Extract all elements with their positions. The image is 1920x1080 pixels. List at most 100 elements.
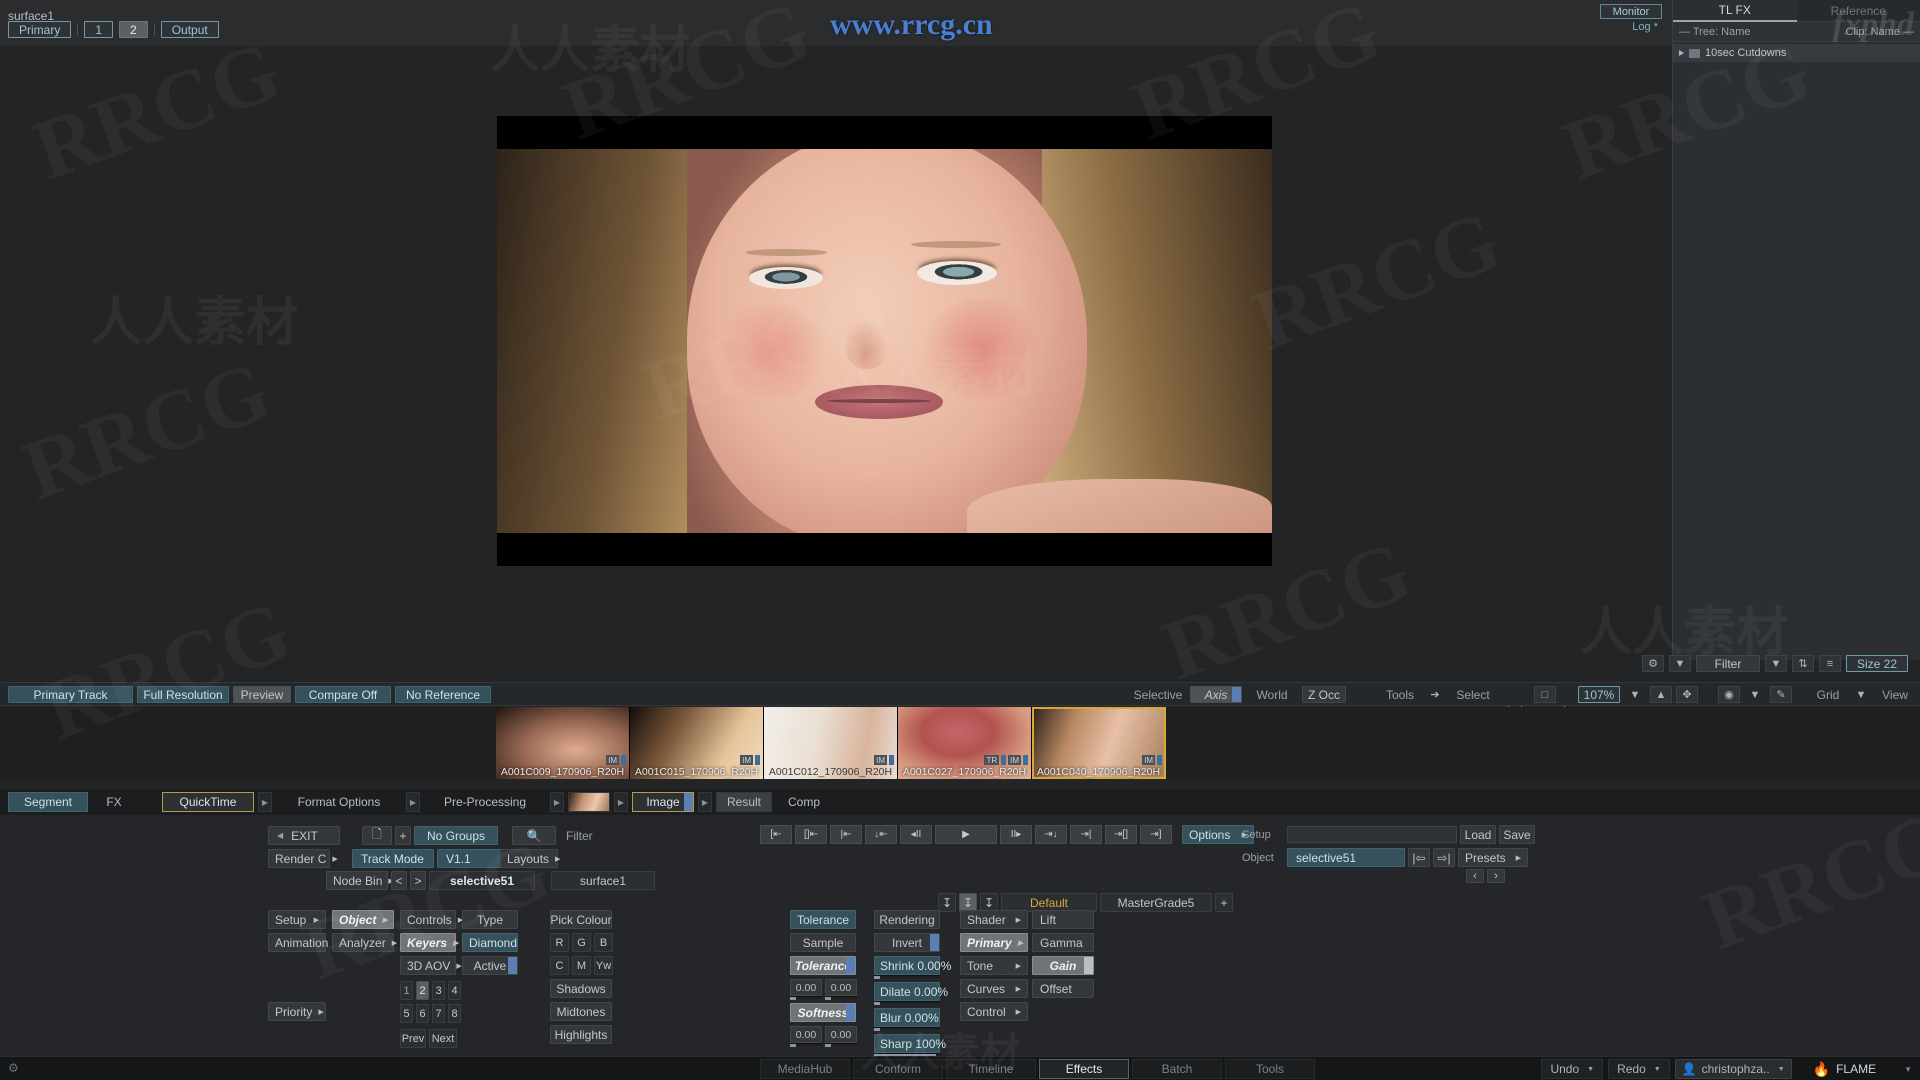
invert-toggle[interactable]: Invert [874, 933, 940, 952]
tab-mediahub[interactable]: MediaHub [760, 1059, 850, 1079]
flame-logo-group[interactable]: 🔥 FLAME ▼ [1813, 1061, 1912, 1078]
axis-toggle[interactable] [1232, 687, 1241, 702]
copy-icon[interactable]: 🗋 [362, 826, 392, 845]
keyer-prev-button[interactable]: Prev [400, 1029, 426, 1048]
log-label[interactable]: Log * [1600, 21, 1662, 33]
aov-menu[interactable]: 3D AOV [400, 956, 456, 975]
tab-reference[interactable]: Reference [1796, 0, 1920, 22]
gain-button[interactable]: Gain [1032, 956, 1094, 975]
user-menu[interactable]: 👤 christophza.. [1674, 1059, 1792, 1079]
exit-button[interactable]: ◀ EXIT [268, 826, 340, 845]
compare-off-button[interactable]: Compare Off [295, 686, 391, 703]
cursor-icon[interactable]: ➔ [1424, 686, 1446, 703]
transport-next-edit[interactable]: ⇥| [1070, 825, 1102, 844]
softness-value-2[interactable]: 0.00 [825, 1026, 857, 1043]
key-prev-icon[interactable]: ↧ [938, 893, 956, 912]
keyer-1-button[interactable]: 1 [400, 981, 413, 1000]
mastergrade-button[interactable]: MasterGrade5 [1100, 893, 1212, 912]
tone-menu[interactable]: Tone [960, 956, 1028, 975]
chevron-down-icon[interactable]: ▼ [1904, 1065, 1912, 1074]
viewer[interactable]: Active Log * Exposure: 0.00 Contrast: 1.… [0, 46, 1672, 721]
transport-prev-key[interactable]: ↓⇤ [865, 825, 897, 844]
active-toggle-indicator[interactable] [508, 957, 517, 974]
chevron-right-icon[interactable]: ▶ [406, 792, 420, 812]
channel-yw-button[interactable]: Yw [594, 956, 613, 975]
softness-slider-1[interactable] [790, 1043, 822, 1047]
curves-menu[interactable]: Curves [960, 979, 1028, 998]
keyer-2-button[interactable]: 2 [416, 981, 429, 1000]
render-context-dropdown[interactable]: Render C [268, 849, 330, 868]
sharp-param[interactable]: Sharp 100% [874, 1034, 946, 1053]
tab-image-toggle[interactable] [684, 793, 693, 811]
rectangle-icon[interactable]: □ [1534, 686, 1556, 703]
object-menu[interactable]: Object [332, 910, 394, 929]
axis-button[interactable]: Axis [1190, 686, 1242, 703]
tab-tools[interactable]: Tools [1225, 1059, 1315, 1079]
highlights-button[interactable]: Highlights [550, 1025, 612, 1044]
transport-prev-marker[interactable]: []⇤ [795, 825, 827, 844]
keyer-7-button[interactable]: 7 [432, 1004, 445, 1023]
softness-param[interactable]: Softness [790, 1003, 856, 1022]
chevron-down-grid-icon[interactable]: ▼ [1850, 686, 1872, 703]
gear-icon[interactable]: ⚙ [1642, 655, 1664, 672]
channel-m-button[interactable]: M [572, 956, 591, 975]
setup-value-field[interactable] [1287, 826, 1457, 843]
primary-menu[interactable]: Primary [960, 933, 1028, 952]
tab-segment[interactable]: Segment [8, 792, 88, 812]
view-button[interactable]: View [1876, 686, 1914, 703]
save-button[interactable]: Save [1499, 825, 1535, 844]
filter-button[interactable]: Filter [1696, 655, 1760, 672]
tab-result[interactable]: Result [716, 792, 772, 812]
world-button[interactable]: World [1246, 686, 1298, 703]
tolerance-slider-1[interactable] [790, 996, 822, 1000]
shader-menu[interactable]: Shader [960, 910, 1028, 929]
chevron-down-globe-icon[interactable]: ▼ [1744, 686, 1766, 703]
layer-1-button[interactable]: 1 [84, 21, 114, 38]
transport-prev-edit[interactable]: |⇤ [830, 825, 862, 844]
tolerance-value-1[interactable]: 0.00 [790, 979, 822, 996]
transport-next-key[interactable]: ⇥↓ [1035, 825, 1067, 844]
channel-g-button[interactable]: G [572, 933, 591, 952]
chevron-right-icon[interactable]: ▶ [698, 792, 712, 812]
zoom-level-button[interactable]: 107% [1578, 686, 1620, 703]
layouts-dropdown[interactable]: Layouts [500, 849, 558, 868]
select-button[interactable]: Select [1450, 686, 1496, 703]
analyzer-menu[interactable]: Analyzer [332, 933, 394, 952]
no-reference-button[interactable]: No Reference [395, 686, 491, 703]
tab-effects[interactable]: Effects [1039, 1059, 1129, 1079]
diamond-button[interactable]: Diamond [462, 933, 518, 952]
tree-item-10sec-cutdowns[interactable]: 10sec Cutdowns [1673, 44, 1920, 62]
transport-goto-end[interactable]: ⇥] [1140, 825, 1172, 844]
invert-toggle-indicator[interactable] [930, 934, 939, 951]
keyer-3-button[interactable]: 3 [432, 981, 445, 1000]
tab-conform[interactable]: Conform [853, 1059, 943, 1079]
channel-r-button[interactable]: R [550, 933, 569, 952]
list-item[interactable]: TR IM A001C027_170906_R20H [898, 707, 1032, 779]
shrink-slider[interactable] [874, 975, 940, 979]
tab-tl-fx[interactable]: TL FX [1673, 0, 1797, 22]
tolerance-param[interactable]: Tolerance [790, 956, 856, 975]
lift-button[interactable]: Lift [1032, 910, 1094, 929]
load-button[interactable]: Load [1460, 825, 1496, 844]
keyer-8-button[interactable]: 8 [448, 1004, 461, 1023]
keyer-5-button[interactable]: 5 [400, 1004, 413, 1023]
chevron-right-icon[interactable]: ▶ [614, 792, 628, 812]
transport-play[interactable]: ▶ [935, 825, 997, 844]
gain-toggle[interactable] [1084, 957, 1093, 974]
gamma-button[interactable]: Gamma [1032, 933, 1094, 952]
softness-value-1[interactable]: 0.00 [790, 1026, 822, 1043]
search-icon[interactable]: 🔍 [512, 826, 556, 845]
filter-label[interactable]: Filter [559, 826, 619, 845]
dilate-slider[interactable] [874, 1001, 940, 1005]
tab-fx[interactable]: FX [92, 792, 136, 812]
eyedropper-icon[interactable]: ✎ [1770, 686, 1792, 703]
pan-icon[interactable]: ✥ [1676, 686, 1698, 703]
output-button[interactable]: Output [160, 21, 219, 38]
preset-next-button[interactable]: › [1487, 869, 1505, 883]
object-value-field[interactable]: selective51 [1287, 848, 1405, 867]
fit-icon[interactable]: ▲ [1650, 686, 1672, 703]
keyers-menu[interactable]: Keyers [400, 933, 456, 952]
list-item-selected[interactable]: IM A001C040_170906_R20H [1032, 707, 1166, 779]
redo-button[interactable]: Redo [1608, 1059, 1670, 1079]
rendering-header[interactable]: Rendering [874, 910, 940, 929]
